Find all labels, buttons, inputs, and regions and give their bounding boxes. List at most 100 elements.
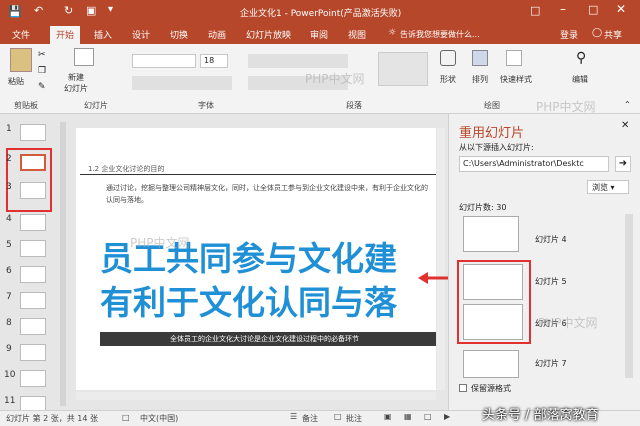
tell-me-box[interactable]: 告诉我您想要做什么...	[400, 29, 480, 40]
pane-title: 重用幻灯片	[459, 126, 525, 141]
group-clipboard: 剪贴板	[14, 101, 38, 110]
slide-thumbnail[interactable]	[20, 292, 46, 309]
slide-thumbnail[interactable]	[20, 318, 46, 335]
minimize-icon[interactable]: –	[560, 2, 566, 16]
tab-view[interactable]: 视图	[348, 28, 366, 41]
slide-thumbnail[interactable]	[20, 214, 46, 231]
tab-file[interactable]: 文件	[12, 28, 30, 41]
canvas-scrollbar[interactable]	[437, 128, 445, 390]
paste-icon[interactable]	[10, 48, 32, 72]
new-slide-button[interactable]: 新建 幻灯片	[64, 72, 88, 94]
browse-button[interactable]: 浏览 ▾	[587, 180, 629, 194]
slide-thumbnails-panel: 1 2 3 4 5 6 7 8 9 10 11	[0, 114, 70, 413]
notes-button[interactable]: 备注	[302, 413, 318, 424]
slide-thumbnail[interactable]	[20, 370, 46, 387]
slide-body-text: 通过讨论，挖掘与整理公司精神层文化，同时，让全体员工参与到企业文化建设中来，有利…	[106, 184, 428, 204]
watermark: PHP中文网	[130, 236, 190, 250]
font-format-row[interactable]	[132, 76, 232, 90]
redo-icon[interactable]: ↻	[64, 4, 73, 17]
tab-slideshow[interactable]: 幻灯片放映	[246, 28, 291, 41]
pane-close-icon[interactable]: ✕	[621, 120, 629, 131]
new-slide-icon[interactable]	[74, 48, 94, 66]
reuse-thumbnail-4[interactable]	[463, 216, 519, 252]
tab-insert[interactable]: 插入	[94, 28, 112, 41]
canvas-h-scrollbar[interactable]	[76, 392, 436, 400]
find-icon[interactable]: ⚲	[576, 50, 586, 66]
spellcheck-icon[interactable]: □	[122, 413, 130, 422]
ribbon-options-icon[interactable]: □	[530, 4, 540, 17]
thumb-number: 8	[6, 318, 12, 328]
quick-styles-icon[interactable]	[506, 50, 522, 66]
quick-styles-button[interactable]: 快速样式	[500, 74, 532, 85]
format-painter-icon[interactable]: ✎	[38, 82, 46, 92]
arrange-button[interactable]: 排列	[472, 74, 488, 85]
tab-animations[interactable]: 动画	[208, 28, 226, 41]
share-icon[interactable]: ◯	[592, 28, 602, 38]
reuse-thumbnail-5[interactable]	[463, 264, 523, 300]
ribbon-tabs: 文件 开始 插入 设计 切换 动画 幻灯片放映 审阅 视图 ☼ 告诉我您想要做什…	[0, 24, 640, 44]
maximize-icon[interactable]: □	[588, 3, 598, 16]
save-icon[interactable]: 💾	[8, 5, 22, 18]
reuse-slides-pane: 重用幻灯片 ✕ 从以下源插入幻灯片: C:\Users\Administrato…	[448, 114, 640, 410]
normal-view-icon[interactable]: ▣	[384, 412, 392, 421]
cut-icon[interactable]: ✂	[38, 50, 46, 60]
tab-design[interactable]: 设计	[132, 28, 150, 41]
slide-sorter-icon[interactable]: ▦	[404, 412, 412, 421]
shapes-button[interactable]: 形状	[440, 74, 456, 85]
editing-button[interactable]: 编辑	[572, 74, 588, 85]
notes-icon: ☰	[290, 412, 298, 421]
share-button[interactable]: 共享	[604, 28, 622, 41]
slide-count-label: 幻灯片数: 30	[459, 203, 507, 212]
shapes-icon[interactable]	[440, 50, 456, 66]
slide-thumbnail[interactable]	[20, 266, 46, 283]
paragraph-row-1[interactable]	[248, 54, 348, 68]
slide-thumbnail[interactable]	[20, 182, 46, 199]
source-path-input[interactable]: C:\Users\Administrator\Desktc	[459, 156, 609, 172]
tab-transitions[interactable]: 切换	[170, 28, 188, 41]
reading-view-icon[interactable]: □	[424, 412, 432, 421]
slide-section-heading: 1.2 企业文化讨论的目的	[88, 165, 165, 173]
reuse-thumbnail-6[interactable]	[463, 304, 523, 340]
reuse-thumbnail-7[interactable]	[463, 350, 519, 378]
go-arrow-icon[interactable]: ➜	[615, 156, 631, 172]
reuse-slide-label: 幻灯片 5	[535, 277, 567, 286]
comments-button[interactable]: 批注	[346, 413, 362, 424]
slide-thumbnail[interactable]	[20, 240, 46, 257]
thumb-number: 1	[6, 124, 12, 134]
copy-icon[interactable]: ❐	[38, 66, 46, 76]
font-size-select[interactable]: 18	[200, 54, 228, 68]
collapse-ribbon-icon[interactable]: ⌃	[624, 100, 631, 109]
slide-thumbnail-selected[interactable]	[20, 154, 46, 171]
keep-format-checkbox[interactable]	[459, 384, 467, 392]
language-status[interactable]: 中文(中国)	[140, 413, 178, 424]
slideshow-view-icon[interactable]: ▶	[444, 412, 450, 421]
undo-icon[interactable]: ↶	[34, 4, 43, 17]
font-name-select[interactable]	[132, 54, 196, 68]
browse-label: 浏览	[592, 183, 608, 192]
watermark: PHP中文网	[536, 100, 596, 114]
pane-scrollbar[interactable]	[625, 214, 633, 378]
thumb-number: 2	[6, 154, 12, 164]
thumb-number: 9	[6, 344, 12, 354]
watermark: PHP中文网	[305, 72, 365, 86]
thumb-number: 6	[6, 266, 12, 276]
thumb-number: 11	[4, 396, 16, 406]
slide-thumbnail[interactable]	[20, 344, 46, 361]
arrange-icon[interactable]	[472, 50, 488, 66]
text-direction-group[interactable]	[378, 52, 428, 86]
login-link[interactable]: 登录	[560, 28, 578, 41]
group-font: 字体	[198, 101, 214, 110]
paste-button[interactable]: 粘贴	[8, 76, 24, 87]
present-icon[interactable]: ▣	[86, 4, 96, 17]
slide-thumbnail[interactable]	[20, 124, 46, 141]
slide-canvas[interactable]: 1.2 企业文化讨论的目的 通过讨论，挖掘与整理公司精神层文化，同时，让全体员工…	[76, 128, 436, 390]
window-title: 企业文化1 - PowerPoint(产品激活失败)	[240, 9, 402, 19]
close-icon[interactable]: ✕	[616, 2, 626, 16]
thumb-number: 4	[6, 214, 12, 224]
thumbs-scrollbar[interactable]	[60, 122, 66, 406]
thumb-number: 7	[6, 292, 12, 302]
tab-home[interactable]: 开始	[50, 26, 81, 44]
qat-more-icon[interactable]: ▾	[108, 4, 113, 15]
toutiao-watermark: 头条号 / 部落窝教育	[482, 408, 599, 423]
tab-review[interactable]: 审阅	[310, 28, 328, 41]
